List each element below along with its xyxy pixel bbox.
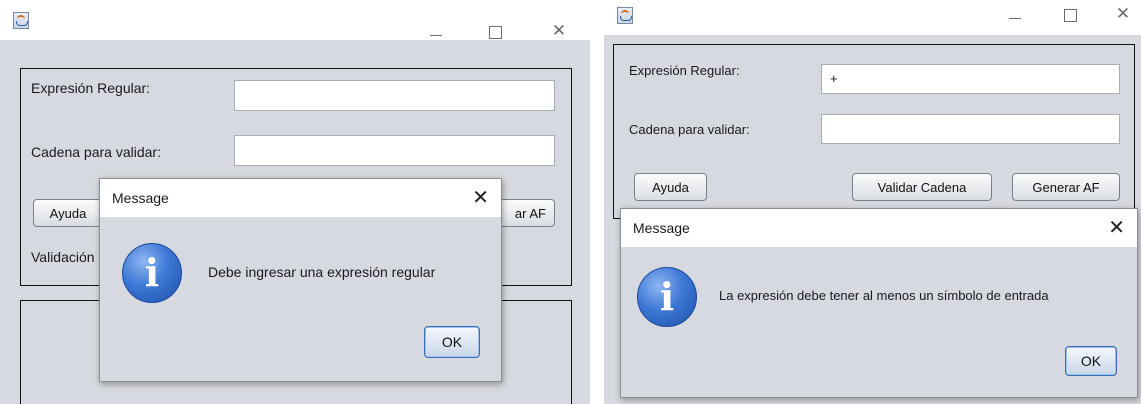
ok-button[interactable]: OK [424,326,480,358]
right-app-window: ✕ Expresión Regular: + Cadena para valid… [604,0,1141,404]
dialog-title: Message [633,220,690,236]
string-input[interactable] [821,114,1120,144]
dialog-message: La expresión debe tener al menos un símb… [719,288,1049,303]
message-dialog: Message ✕ i Debe ingresar una expresión … [99,178,502,382]
help-button[interactable]: Ayuda [634,173,707,201]
help-button[interactable]: Ayuda [33,199,103,227]
minimize-icon[interactable] [1004,6,1026,26]
dialog-titlebar[interactable]: Message ✕ [100,179,501,217]
java-app-icon[interactable] [13,12,29,29]
dialog-title: Message [112,190,169,206]
regex-label: Expresión Regular: [629,63,740,78]
regex-input[interactable]: + [821,64,1120,94]
close-icon[interactable]: ✕ [548,21,570,41]
validate-string-button[interactable]: Validar Cadena [852,173,992,201]
information-icon: i [637,267,697,327]
input-panel: Expresión Regular: + Cadena para validar… [613,44,1135,219]
dialog-close-icon[interactable]: ✕ [1108,215,1125,239]
dialog-close-icon[interactable]: ✕ [472,185,489,209]
information-icon: i [122,243,182,303]
string-label: Cadena para validar: [629,122,750,137]
left-app-window: ✕ Expresión Regular: Cadena para validar… [0,0,590,404]
validation-label: Validación [31,249,95,265]
string-input[interactable] [234,135,555,166]
maximize-icon[interactable] [484,22,506,42]
string-label: Cadena para validar: [31,144,161,160]
ok-button[interactable]: OK [1065,346,1117,376]
java-app-icon[interactable] [617,7,633,24]
dialog-titlebar[interactable]: Message ✕ [621,209,1137,247]
window-titlebar[interactable]: ✕ [0,0,590,42]
maximize-icon[interactable] [1059,5,1081,25]
dialog-message: Debe ingresar una expresión regular [208,264,436,280]
regex-label: Expresión Regular: [31,80,151,96]
message-dialog: Message ✕ i La expresión debe tener al m… [620,208,1138,398]
regex-input[interactable] [234,80,555,111]
close-icon[interactable]: ✕ [1112,4,1134,24]
generate-af-button[interactable]: Generar AF [1012,173,1120,201]
window-titlebar[interactable]: ✕ [604,0,1141,40]
